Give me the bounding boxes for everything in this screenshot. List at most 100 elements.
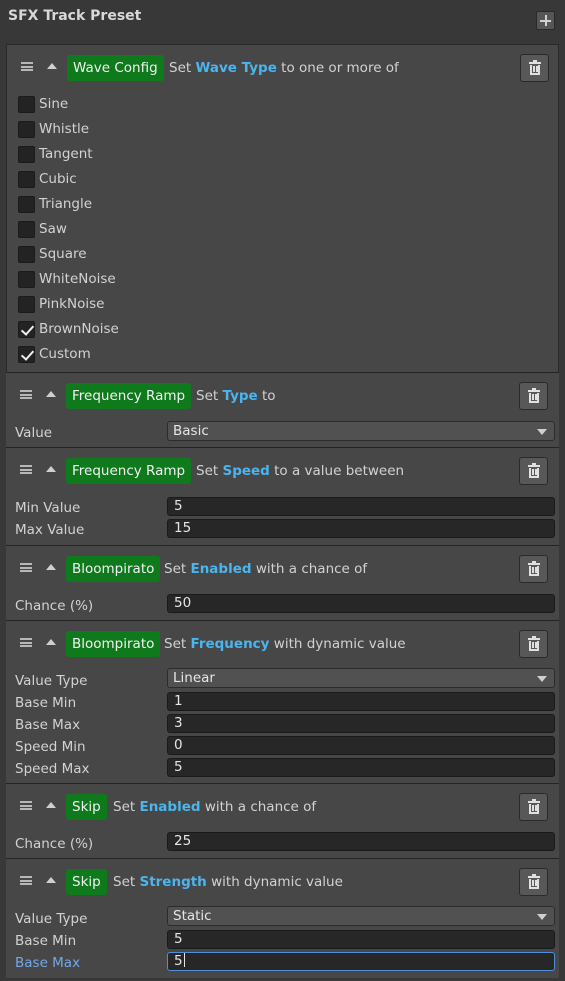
wave-type-checkbox[interactable]: [18, 296, 35, 313]
delete-step-button[interactable]: [519, 382, 548, 410]
delete-step-button[interactable]: [519, 457, 548, 485]
chevron-down-icon: [537, 429, 547, 435]
step-type-tag: Wave Config: [67, 55, 164, 81]
wave-type-checkbox[interactable]: [18, 271, 35, 288]
delete-step-button[interactable]: [519, 555, 548, 583]
base-max-input[interactable]: 5: [167, 952, 555, 971]
collapse-arrow-icon[interactable]: [46, 466, 56, 472]
delete-step-button[interactable]: [519, 793, 548, 821]
field-label-chance: Chance (%): [15, 598, 94, 614]
drag-handle-icon[interactable]: [20, 390, 32, 399]
field-label-value: Value: [15, 425, 53, 441]
collapse-arrow-icon[interactable]: [46, 564, 56, 570]
inspector-header: SFX Track Preset: [0, 0, 565, 40]
wave-type-label: BrownNoise: [39, 321, 119, 337]
wave-type-checkbox[interactable]: [18, 321, 35, 338]
delete-step-button[interactable]: [520, 54, 549, 82]
target-property: Wave Type: [195, 60, 277, 76]
target-property: Enabled: [139, 799, 201, 815]
target-property: Speed: [222, 463, 270, 479]
step-description: Set Enabled with a chance of: [164, 561, 368, 577]
base-min-input[interactable]: 1: [167, 692, 555, 711]
wave-type-label: Square: [39, 246, 87, 262]
field-label-base-max: Base Max: [15, 955, 81, 971]
step-type-tag: Frequency Ramp: [66, 458, 192, 484]
step-header: Bloompirato Set Frequency with dynamic v…: [6, 621, 559, 667]
max-value-input[interactable]: 15: [167, 519, 555, 538]
drag-handle-icon[interactable]: [20, 563, 32, 572]
field-label-speed-min: Speed Min: [15, 739, 86, 755]
collapse-arrow-icon[interactable]: [46, 639, 56, 645]
field-label-chance: Chance (%): [15, 836, 94, 852]
base-max-input[interactable]: 3: [167, 714, 555, 733]
wave-type-checkbox[interactable]: [18, 146, 35, 163]
step-panel-bloompirato-enabled: Bloompirato Set Enabled with a chance of…: [6, 545, 559, 620]
wave-type-checkbox[interactable]: [18, 346, 35, 363]
collapse-arrow-icon[interactable]: [46, 802, 56, 808]
drag-handle-icon[interactable]: [20, 465, 32, 474]
field-label-value-type: Value Type: [15, 673, 88, 689]
wave-type-label: WhiteNoise: [39, 271, 116, 287]
wave-type-checkbox[interactable]: [18, 196, 35, 213]
chance-input[interactable]: 25: [167, 832, 555, 851]
wave-type-label: Whistle: [39, 121, 90, 137]
wave-type-checkbox[interactable]: [18, 96, 35, 113]
add-step-button[interactable]: [536, 11, 555, 30]
value-dropdown[interactable]: Basic: [167, 421, 555, 441]
drag-handle-icon[interactable]: [20, 801, 32, 810]
step-description: Set Wave Type to one or more of: [169, 60, 399, 76]
speed-min-input[interactable]: 0: [167, 736, 555, 755]
trash-icon: [528, 636, 540, 651]
collapse-arrow-icon[interactable]: [47, 63, 57, 69]
drag-handle-icon[interactable]: [20, 638, 32, 647]
collapse-arrow-icon[interactable]: [46, 877, 56, 883]
inspector-title: SFX Track Preset: [8, 8, 142, 24]
wave-type-label: Sine: [39, 96, 69, 112]
step-panel-wave-config: Wave Config Set Wave Type to one or more…: [6, 44, 559, 372]
target-property: Strength: [139, 874, 207, 890]
step-panel-bloompirato-frequency: Bloompirato Set Frequency with dynamic v…: [6, 620, 559, 783]
wave-type-checkbox[interactable]: [18, 221, 35, 238]
chevron-down-icon: [537, 914, 547, 920]
field-label-base-max: Base Max: [15, 717, 81, 733]
step-header: Skip Set Strength with dynamic value: [6, 859, 559, 905]
base-min-input[interactable]: 5: [167, 930, 555, 949]
step-type-tag: Skip: [66, 794, 107, 820]
speed-max-input[interactable]: 5: [167, 758, 555, 777]
target-property: Type: [222, 388, 258, 404]
field-label-base-min: Base Min: [15, 695, 77, 711]
wave-type-label: Cubic: [39, 171, 77, 187]
wave-type-checkbox[interactable]: [18, 121, 35, 138]
step-type-tag: Bloompirato: [66, 631, 161, 657]
drag-handle-icon[interactable]: [21, 62, 33, 71]
delete-step-button[interactable]: [519, 630, 548, 658]
step-header: Wave Config Set Wave Type to one or more…: [7, 45, 560, 91]
target-property: Enabled: [190, 561, 252, 577]
drag-handle-icon[interactable]: [20, 876, 32, 885]
target-property: Frequency: [190, 636, 270, 652]
collapse-arrow-icon[interactable]: [46, 391, 56, 397]
trash-icon: [529, 60, 541, 75]
step-panel-frequency-ramp-speed: Frequency Ramp Set Speed to a value betw…: [6, 447, 559, 545]
value-type-dropdown[interactable]: Static: [167, 906, 555, 926]
step-header: Skip Set Enabled with a chance of: [6, 784, 559, 830]
trash-icon: [528, 463, 540, 478]
field-label-base-min: Base Min: [15, 933, 77, 949]
wave-type-checkbox[interactable]: [18, 171, 35, 188]
step-type-tag: Skip: [66, 869, 107, 895]
trash-icon: [528, 388, 540, 403]
step-description: Set Speed to a value between: [196, 463, 405, 479]
step-type-tag: Frequency Ramp: [66, 383, 192, 409]
wave-type-label: PinkNoise: [39, 296, 105, 312]
wave-type-label: Tangent: [39, 146, 93, 162]
trash-icon: [528, 799, 540, 814]
wave-type-label: Saw: [39, 221, 67, 237]
wave-type-label: Triangle: [39, 196, 93, 212]
step-description: Set Strength with dynamic value: [113, 874, 343, 890]
wave-type-checkbox[interactable]: [18, 246, 35, 263]
min-value-input[interactable]: 5: [167, 497, 555, 516]
chance-input[interactable]: 50: [167, 594, 555, 613]
wave-type-label: Custom: [39, 346, 91, 362]
delete-step-button[interactable]: [519, 868, 548, 896]
value-type-dropdown[interactable]: Linear: [167, 668, 555, 688]
